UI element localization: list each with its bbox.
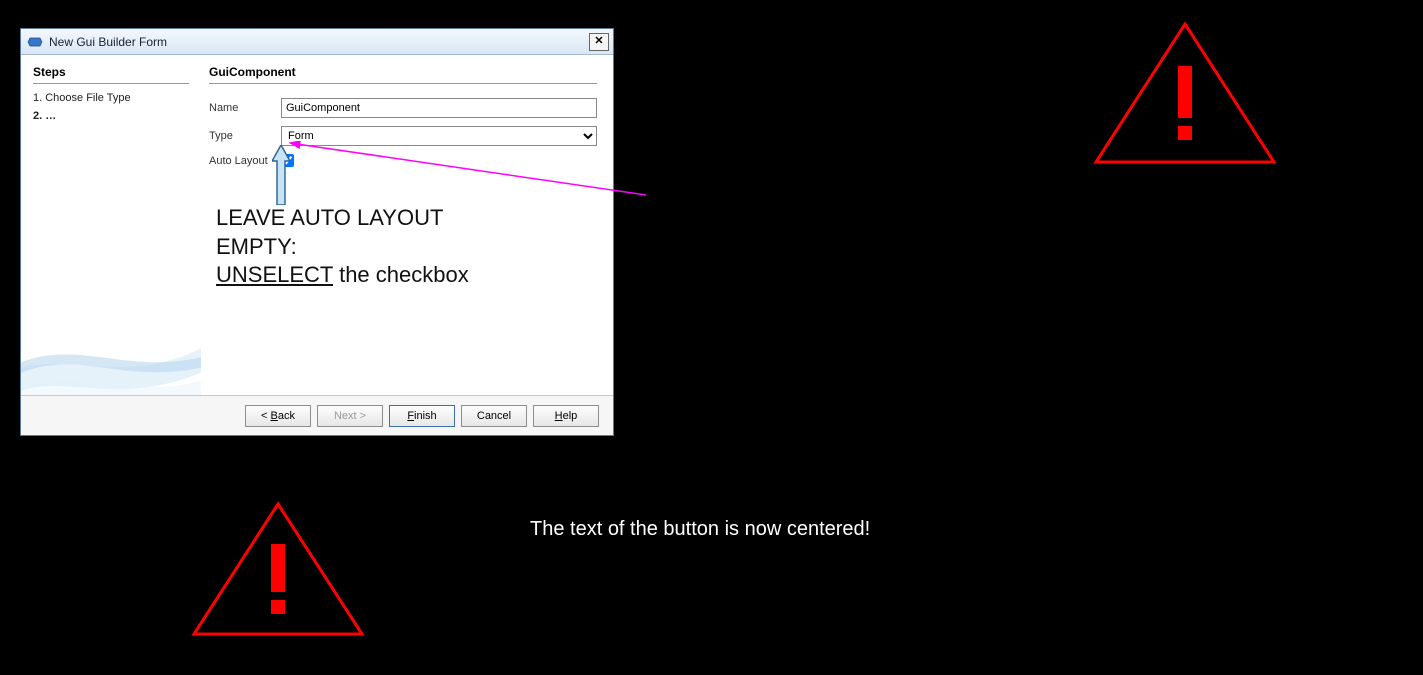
back-button[interactable]: < Back bbox=[245, 405, 311, 427]
cancel-button[interactable]: Cancel bbox=[461, 405, 527, 427]
decorative-wave bbox=[21, 255, 201, 395]
window-title: New Gui Builder Form bbox=[49, 35, 589, 49]
warning-icon bbox=[188, 498, 368, 640]
name-input[interactable] bbox=[281, 98, 597, 118]
step-item: … bbox=[33, 108, 189, 126]
annotation-auto-layout: LEAVE AUTO LAYOUT EMPTY: UNSELECT the ch… bbox=[216, 204, 469, 290]
type-label: Type bbox=[209, 130, 281, 142]
help-button[interactable]: Help bbox=[533, 405, 599, 427]
auto-layout-row: Auto Layout bbox=[209, 154, 597, 167]
annotation-line: EMPTY: bbox=[216, 233, 469, 262]
steps-pane: Steps Choose File Type … bbox=[21, 55, 201, 395]
next-button[interactable]: Next > bbox=[317, 405, 383, 427]
name-row: Name bbox=[209, 98, 597, 118]
type-row: Type Form bbox=[209, 126, 597, 146]
type-select[interactable]: Form bbox=[281, 126, 597, 146]
step-item: Choose File Type bbox=[33, 90, 189, 108]
finish-button[interactable]: Finish bbox=[389, 405, 455, 427]
annotation-line: LEAVE AUTO LAYOUT bbox=[216, 204, 469, 233]
annotation-line: UNSELECT the checkbox bbox=[216, 261, 469, 290]
main-heading: GuiComponent bbox=[209, 65, 597, 84]
app-icon bbox=[27, 34, 43, 50]
titlebar: New Gui Builder Form ✕ bbox=[21, 29, 613, 55]
warning-icon bbox=[1090, 18, 1280, 168]
button-row: < Back Next > Finish Cancel Help bbox=[21, 395, 613, 435]
steps-heading: Steps bbox=[33, 65, 189, 84]
auto-layout-label: Auto Layout bbox=[209, 155, 281, 167]
steps-list: Choose File Type … bbox=[33, 90, 189, 125]
close-button[interactable]: ✕ bbox=[589, 33, 609, 51]
callout-arrow-icon bbox=[272, 145, 290, 205]
name-label: Name bbox=[209, 102, 281, 114]
centered-note: The text of the button is now centered! bbox=[530, 518, 870, 541]
